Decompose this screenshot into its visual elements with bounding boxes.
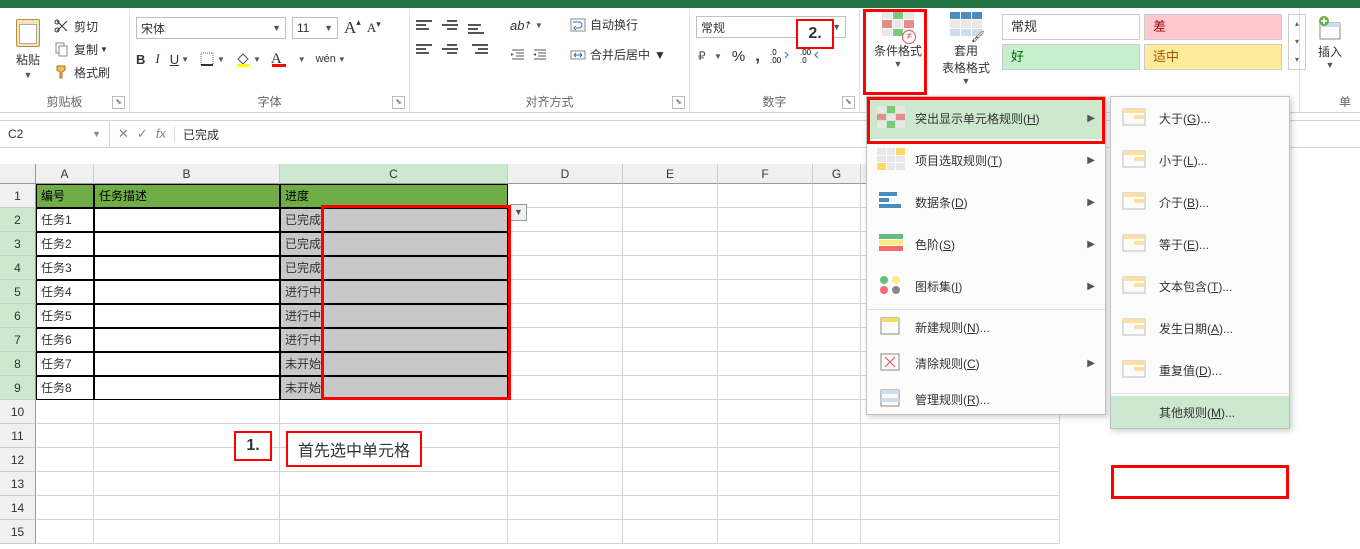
group-font: 宋体▼ 11▼ A▴ A▾ B I U▼ ▼ ▼ A▼ wén▼ 字体 ⬊ [130,10,410,112]
font-color-button[interactable]: A▼ [271,51,306,68]
cf-icon: ≠ [882,12,914,40]
copy-button[interactable]: 复制▼ [54,38,108,60]
menu-item[interactable]: 数据条(D)▶ [867,181,1105,223]
row-headers[interactable]: 123456789101112131415 [0,184,36,544]
decrease-font-button[interactable]: A▾ [367,20,381,36]
group-label: 字体 [130,93,409,110]
highlight-rules-submenu: 大于(G)...小于(L)...介于(B)...等于(E)...文本包含(T).… [1110,96,1290,429]
bucket-icon [235,51,251,67]
style-good[interactable]: 好 [1002,44,1140,70]
cell-styles-gallery[interactable]: 常规 差 好 适中 [1002,14,1282,70]
merge-icon [570,47,586,63]
menu-item[interactable]: 发生日期(A)... [1111,307,1289,349]
paste-icon [12,17,44,49]
menu-item[interactable]: 重复值(D)... [1111,349,1289,391]
brush-icon [54,64,70,80]
menu-item[interactable]: 项目选取规则(T)▶ [867,139,1105,181]
menu-item[interactable]: 文本包含(T)... [1111,265,1289,307]
menu-item[interactable]: 管理规则(R)... [867,384,1105,414]
accounting-button[interactable]: ₽▼ [696,48,722,64]
bold-button[interactable]: B [136,52,145,67]
group-label: 对齐方式 [410,93,689,110]
paste-button[interactable]: 粘贴 ▼ [6,15,50,95]
orientation-button[interactable]: ab↗▼ [510,18,543,33]
select-all-corner[interactable] [0,164,36,184]
group-label: 剪贴板 [0,93,129,110]
align-bottom-button[interactable] [468,16,488,34]
dialog-launcher[interactable]: ⬊ [392,96,405,109]
svg-text:₽: ₽ [698,49,706,63]
group-cells: 插入 ▼ 单 [1300,10,1360,112]
group-clipboard: 粘贴 ▼ 剪切 复制▼ 格式刷 剪贴板 ⬊ [0,10,130,112]
format-painter-button[interactable]: 格式刷 [54,61,110,83]
dialog-launcher[interactable]: ⬊ [672,96,685,109]
italic-button[interactable]: I [155,51,159,67]
enter-icon[interactable]: ✓ [137,126,148,142]
menu-item[interactable]: 新建规则(N)... [867,312,1105,342]
copy-icon [54,41,70,57]
conditional-formatting-button[interactable]: ≠ 条件格式 ▼ [870,12,926,96]
font-name-combo[interactable]: 宋体▼ [136,17,286,39]
phonetic-button[interactable]: wén▼ [316,53,346,65]
align-center-button[interactable] [442,40,462,58]
fill-color-button[interactable]: ▼ [235,51,261,67]
cancel-icon[interactable]: ✕ [118,126,129,142]
menu-item[interactable]: 等于(E)... [1111,223,1289,265]
increase-font-button[interactable]: A▴ [344,18,361,38]
menu-item[interactable]: 小于(L)... [1111,139,1289,181]
fx-icon[interactable]: fx [156,126,166,142]
insert-button[interactable]: 插入 ▼ [1305,15,1355,70]
cut-button[interactable]: 剪切 [54,15,98,37]
increase-indent-button[interactable] [532,48,548,62]
annotation-step1: 1. [234,431,272,461]
menu-item[interactable]: 其他规则(M)... [1111,396,1289,428]
decrease-decimal-button[interactable]: .00.0 [800,48,820,64]
align-left-button[interactable] [416,40,436,58]
name-box[interactable]: C2▼ [0,121,110,147]
dialog-launcher[interactable]: ⬊ [842,96,855,109]
border-icon [199,51,215,67]
dropdown-handle[interactable]: ▼ [510,204,527,221]
format-as-table-button[interactable]: 🖌 套用 表格格式 ▼ [938,12,994,96]
align-middle-button[interactable] [442,16,462,34]
group-alignment: ab↗▼ 自动换行 合并后居中▼ 对齐方式 ⬊ [410,10,690,112]
underline-button[interactable]: U▼ [170,52,189,67]
group-number: 常规▼ ₽▼ % , .0.00 .00.0 数字 ⬊ [690,10,860,112]
annotation-step1-text: 首先选中单元格 [286,431,422,467]
table-format-icon: 🖌 [950,12,982,40]
border-button[interactable]: ▼ [199,51,225,67]
menu-item[interactable]: 清除规则(C)▶ [867,342,1105,384]
group-label: 数字 [690,93,859,110]
merge-center-button[interactable]: 合并后居中▼ [570,46,666,63]
menu-item[interactable]: 大于(G)... [1111,97,1289,139]
svg-text:.00: .00 [770,56,782,64]
menu-item[interactable]: 色阶(S)▶ [867,223,1105,265]
style-neutral[interactable]: 适中 [1144,44,1282,70]
svg-text:.0: .0 [800,56,807,64]
comma-button[interactable]: , [755,46,760,66]
align-right-button[interactable] [468,40,488,58]
wrap-icon [570,17,586,33]
style-normal[interactable]: 常规 [1002,14,1140,40]
insert-icon [1316,15,1344,43]
scissors-icon [54,18,70,34]
increase-decimal-button[interactable]: .0.00 [770,48,790,64]
menu-item[interactable]: 突出显示单元格规则(H)▶ [867,97,1105,139]
annotation-step2: 2. [796,19,834,49]
menu-item[interactable]: 图标集(I)▶ [867,265,1105,307]
menu-item[interactable]: 介于(B)... [1111,181,1289,223]
style-bad[interactable]: 差 [1144,14,1282,40]
dialog-launcher[interactable]: ⬊ [112,96,125,109]
decrease-indent-button[interactable] [510,48,526,62]
wrap-text-button[interactable]: 自动换行 [570,16,638,33]
font-size-combo[interactable]: 11▼ [292,17,338,39]
conditional-formatting-menu: 突出显示单元格规则(H)▶项目选取规则(T)▶数据条(D)▶色阶(S)▶图标集(… [866,96,1106,415]
percent-button[interactable]: % [732,48,745,65]
align-top-button[interactable] [416,16,436,34]
